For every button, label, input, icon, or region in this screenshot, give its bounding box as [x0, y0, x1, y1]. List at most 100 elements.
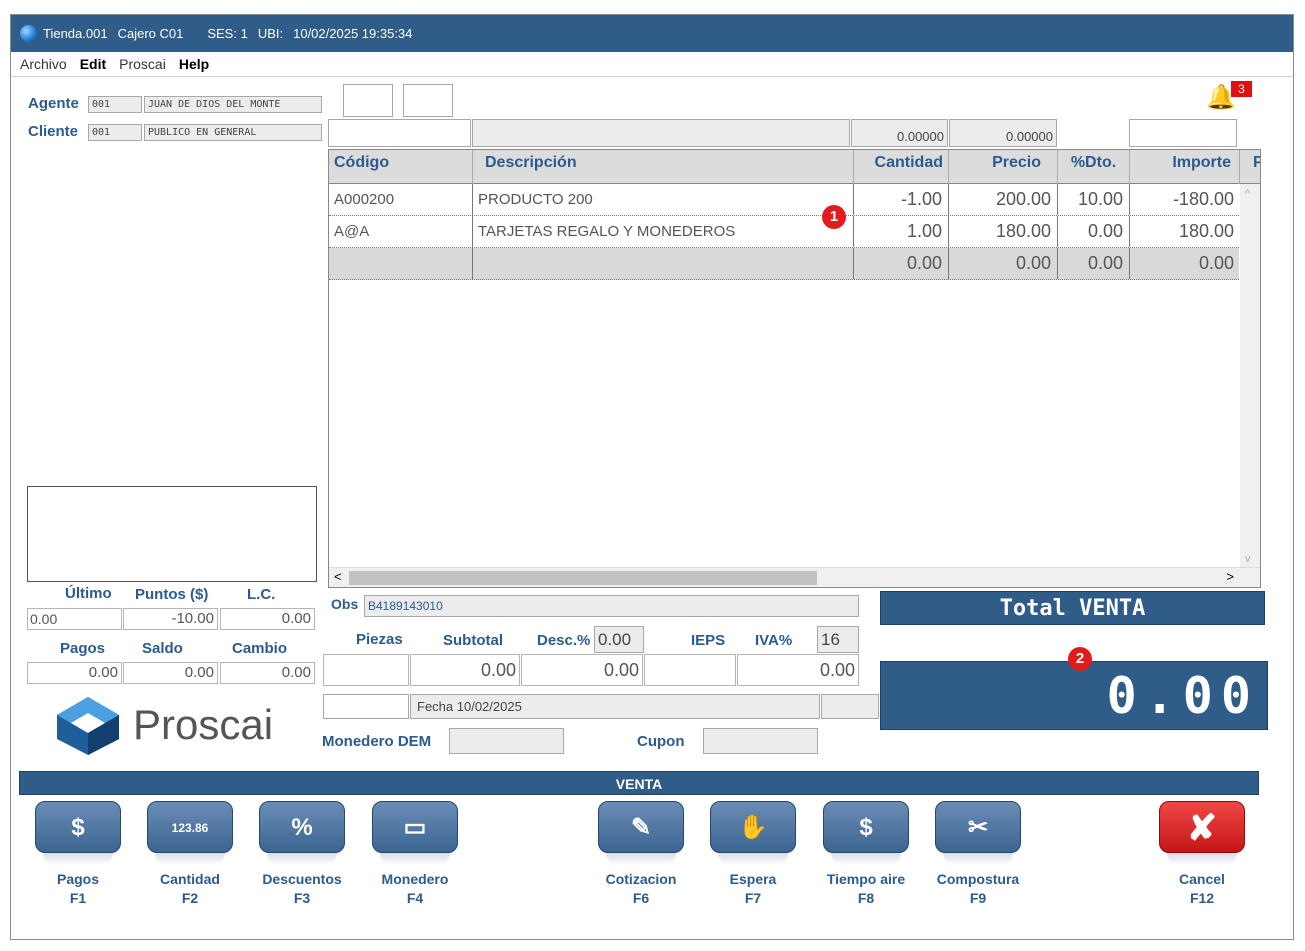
cell-importe: 180.00: [1178, 221, 1234, 241]
monedero-dem-label: Monedero DEM: [322, 733, 432, 750]
cell-codigo: A000200: [329, 184, 473, 215]
monedero-dem-field[interactable]: [449, 728, 564, 754]
edit-document-icon: ✎: [598, 801, 684, 853]
piezas-label: Piezas: [356, 631, 403, 648]
button-key: F6: [632, 890, 650, 906]
total-venta-label: Total VENTA: [880, 591, 1265, 625]
tiempo-aire-button[interactable]: $ Tiempo aire F8: [821, 801, 911, 913]
button-label: Descuentos: [262, 871, 342, 887]
piezas-value: [323, 654, 409, 686]
card-icon: ▭: [372, 801, 458, 853]
bell-icon[interactable]: 🔔: [1206, 83, 1236, 113]
menu-archivo[interactable]: Archivo: [20, 56, 67, 72]
ieps-label: IEPS: [691, 632, 726, 649]
client-name-field: PUBLICO EN GENERAL: [144, 124, 322, 141]
table-row[interactable]: A000200 PRODUCTO 200 -1.00 200.00 10.00 …: [329, 184, 1239, 216]
menu-edit[interactable]: Edit: [80, 56, 106, 72]
top-input-1[interactable]: [343, 84, 393, 117]
cell-codigo[interactable]: [329, 248, 473, 279]
button-key: F3: [293, 890, 311, 906]
subtotal-label: Subtotal: [443, 632, 503, 649]
fecha-field: Fecha 10/02/2025: [410, 694, 820, 719]
pagos-button[interactable]: $ Pagos F1: [33, 801, 123, 913]
desc-label: Desc.%: [537, 632, 591, 649]
menu-help[interactable]: Help: [179, 56, 209, 72]
puntos-value: -10.00: [123, 608, 218, 630]
lc-label: L.C.: [247, 586, 276, 603]
pos-window: Tienda.001 Cajero C01 SES: 1 UBI: 10/02/…: [10, 14, 1294, 940]
button-label: Tiempo aire: [826, 871, 906, 887]
col-dto[interactable]: %Dto.: [1058, 150, 1130, 184]
col-descripcion[interactable]: Descripción: [473, 150, 854, 184]
col-p[interactable]: P: [1240, 150, 1260, 184]
saldo-label: Saldo: [142, 640, 183, 657]
col-codigo[interactable]: Código: [329, 150, 473, 184]
top-input-2[interactable]: [403, 84, 453, 117]
phone-payment-icon: $: [823, 801, 909, 853]
scissors-icon: ✂: [935, 801, 1021, 853]
scroll-left-icon[interactable]: <: [334, 569, 342, 584]
lc-value: 0.00: [220, 608, 315, 630]
scroll-up-icon[interactable]: ^: [1245, 188, 1250, 200]
col-importe[interactable]: Importe: [1130, 150, 1240, 184]
entry-value-2: 0.00000: [949, 119, 1057, 147]
cancel-button[interactable]: ✘ Cancel F12: [1157, 801, 1247, 913]
pagos-value: 0.00: [27, 662, 122, 684]
scroll-right-icon[interactable]: >: [1226, 569, 1234, 584]
agent-label: Agente: [28, 95, 79, 112]
col-cantidad[interactable]: Cantidad: [854, 150, 949, 184]
cell-descripcion: PRODUCTO 200: [473, 184, 854, 215]
fecha-right-field: [821, 694, 879, 719]
subtotal-value: 0.00: [410, 654, 520, 686]
total-display: 0.00: [880, 661, 1268, 730]
entry-code-field[interactable]: [328, 119, 471, 147]
cell-precio: 0.00: [949, 248, 1058, 279]
menu-proscai[interactable]: Proscai: [119, 56, 166, 72]
table-row-new[interactable]: 0.00 0.00 0.00 0.00: [329, 248, 1239, 280]
session-label: SES: 1: [207, 26, 248, 41]
iva-label: IVA%: [755, 632, 793, 649]
client-code-field[interactable]: 001: [88, 124, 142, 141]
cell-dto: 0.00: [1058, 248, 1130, 279]
col-precio[interactable]: Precio: [949, 150, 1058, 184]
cantidad-button[interactable]: 123.86 Cantidad F2: [145, 801, 235, 913]
button-label: Compostura: [936, 871, 1020, 887]
iva-value: 0.00: [737, 654, 859, 686]
pagos-label: Pagos: [60, 640, 106, 657]
ubi-label: UBI:: [257, 26, 284, 41]
cell-cantidad: 1.00: [854, 216, 949, 247]
button-label: Cantidad: [160, 871, 220, 887]
cupon-label: Cupon: [637, 733, 685, 750]
obs-field[interactable]: B4189143010: [364, 595, 859, 617]
scroll-thumb[interactable]: [349, 571, 817, 585]
puntos-label: Puntos ($): [135, 586, 209, 603]
monedero-button[interactable]: ▭ Monedero F4: [370, 801, 460, 913]
desc-percent-field[interactable]: 0.00: [594, 626, 644, 653]
cupon-field[interactable]: [703, 728, 818, 754]
compostura-button[interactable]: ✂ Compostura F9: [933, 801, 1023, 913]
saldo-value: 0.00: [123, 662, 218, 684]
scroll-down-icon[interactable]: v: [1245, 553, 1251, 565]
title-bar: Tienda.001 Cajero C01 SES: 1 UBI: 10/02/…: [11, 15, 1293, 52]
cambio-value: 0.00: [220, 662, 315, 684]
button-key: F2: [181, 890, 199, 906]
agent-code-field[interactable]: 001: [88, 96, 142, 113]
espera-button[interactable]: ✋ Espera F7: [708, 801, 798, 913]
cambio-label: Cambio: [232, 640, 288, 657]
agent-name-field: JUAN DE DIOS DEL MONTE: [144, 96, 322, 113]
grid-vertical-scrollbar[interactable]: ^ v: [1240, 184, 1260, 569]
mode-bar: VENTA: [19, 771, 1259, 795]
cell-precio: 200.00: [949, 184, 1058, 215]
table-row[interactable]: A@A TARJETAS REGALO Y MONEDEROS 1.00 180…: [329, 216, 1239, 248]
datetime-label: 10/02/2025 19:35:34: [293, 26, 413, 41]
entry-extra-field[interactable]: [1129, 119, 1237, 147]
iva-percent-field: 16: [817, 626, 859, 653]
cotizacion-button[interactable]: ✎ Cotizacion F6: [596, 801, 686, 913]
grid-horizontal-scrollbar[interactable]: < >: [329, 567, 1260, 587]
discount-icon: %: [259, 801, 345, 853]
descuentos-button[interactable]: % Descuentos F3: [257, 801, 347, 913]
sales-grid[interactable]: Código Descripción Cantidad Precio %Dto.…: [328, 149, 1261, 588]
cashier-label: Cajero C01: [117, 26, 184, 41]
button-label: Cancel: [1179, 871, 1225, 887]
button-key: F1: [69, 890, 87, 906]
